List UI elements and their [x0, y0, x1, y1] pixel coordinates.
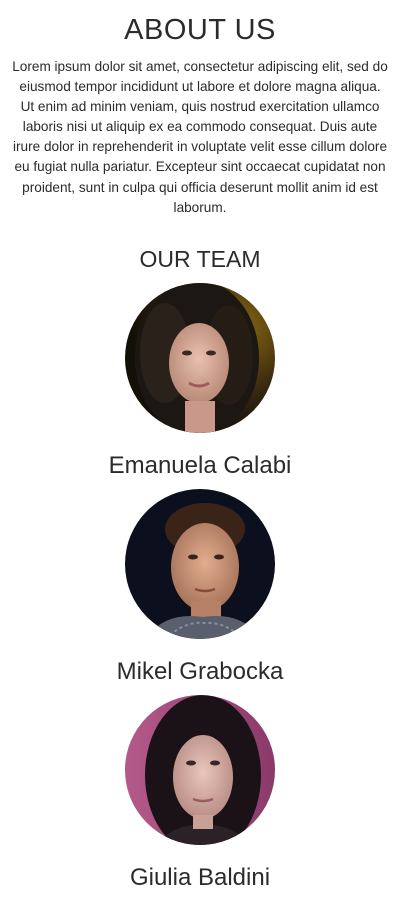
about-page: ABOUT US Lorem ipsum dolor sit amet, con… — [0, 0, 400, 920]
member-name: Giulia Baldini — [129, 864, 271, 891]
member-name: Mikel Grabocka — [116, 658, 284, 685]
member-photo — [125, 283, 275, 433]
member-photo — [125, 489, 275, 639]
member-photo — [125, 695, 275, 845]
member-name: Emanuela Calabi — [108, 452, 292, 479]
about-title: ABOUT US — [124, 14, 276, 46]
team-title: OUR TEAM — [139, 246, 261, 272]
about-description: Lorem ipsum dolor sit amet, consectetur … — [12, 59, 388, 215]
